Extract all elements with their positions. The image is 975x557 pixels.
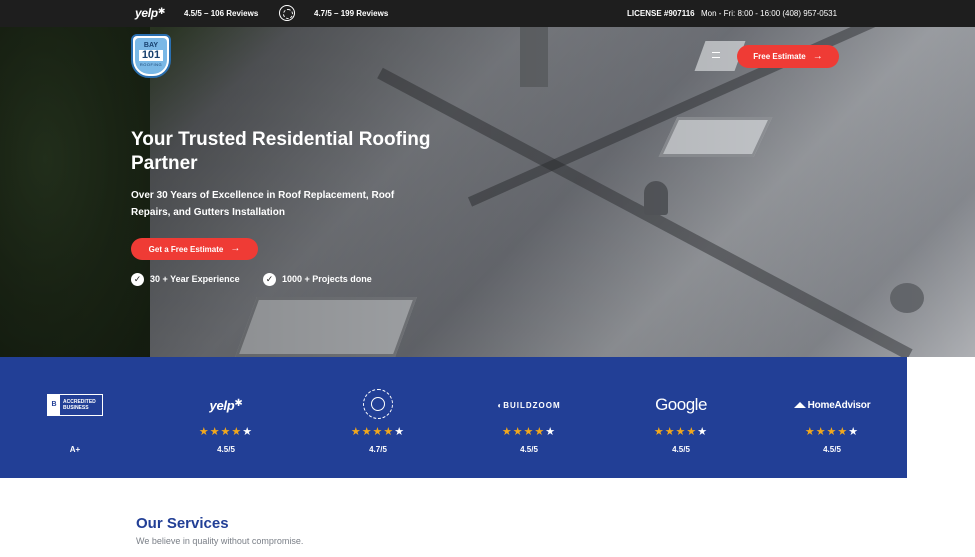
top-bar: yelp✱ 4.5/5 – 106 Reviews 4.7/5 – 199 Re… bbox=[0, 0, 975, 27]
rating-value: 4.5/5 bbox=[217, 445, 235, 454]
star-rating: ★★★★★ bbox=[198, 426, 254, 438]
rating-google[interactable]: Google ★★★★★ 4.5/5 bbox=[611, 357, 751, 478]
rating-buildzoom[interactable]: ◐BUILDZOOM ★★★★★ 4.5/5 bbox=[459, 357, 599, 478]
menu-icon[interactable] bbox=[712, 52, 720, 58]
ratings-band: B ACCREDITED BUSINESS A+ yelp✱ ★★★★★ 4.5/… bbox=[0, 357, 907, 478]
google-logo: Google bbox=[655, 395, 707, 414]
get-free-estimate-button[interactable]: Get a Free Estimate → bbox=[131, 238, 258, 260]
diamond-certified-icon[interactable] bbox=[279, 5, 295, 21]
arrow-right-icon: → bbox=[812, 50, 823, 62]
feature-experience: ✓ 30 + Year Experience bbox=[131, 272, 240, 286]
services-subtitle: We believe in quality without compromise… bbox=[136, 536, 304, 546]
star-rating: ★★★★★ bbox=[653, 426, 709, 438]
bbb-seal-icon: B bbox=[48, 395, 60, 415]
license-number: LICENSE #907116 bbox=[627, 9, 695, 18]
diamond-certified-icon bbox=[363, 389, 393, 419]
rating-value: 4.5/5 bbox=[823, 445, 841, 454]
star-rating: ★★★★★ bbox=[501, 426, 557, 438]
site-logo[interactable]: BAY 101 ROOFING bbox=[131, 34, 171, 78]
check-circle-icon: ✓ bbox=[131, 272, 144, 286]
arrow-right-icon: → bbox=[230, 243, 241, 254]
star-rating: ★★★★★ bbox=[350, 426, 406, 438]
feature-projects: ✓ 1000 + Projects done bbox=[263, 272, 372, 286]
diamond-reviews-text: 4.7/5 – 199 Reviews bbox=[314, 9, 389, 18]
rating-value: A+ bbox=[69, 445, 81, 454]
rating-value: 4.5/5 bbox=[672, 445, 690, 454]
check-circle-icon: ✓ bbox=[263, 272, 276, 286]
yelp-logo[interactable]: yelp✱ bbox=[135, 6, 165, 20]
buildzoom-logo: ◐BUILDZOOM bbox=[497, 400, 561, 410]
yelp-logo: yelp✱ bbox=[209, 397, 243, 413]
house-icon bbox=[793, 401, 806, 408]
rating-yelp[interactable]: yelp✱ ★★★★★ 4.5/5 bbox=[156, 357, 296, 478]
star-rating: ★★★★★ bbox=[804, 426, 860, 438]
rating-homeadvisor[interactable]: HomeAdvisor ★★★★★ 4.5/5 bbox=[762, 357, 902, 478]
bbb-logo: B ACCREDITED BUSINESS bbox=[47, 394, 103, 416]
hero-title: Your Trusted Residential Roofing Partner bbox=[131, 129, 431, 174]
services-title: Our Services bbox=[136, 515, 229, 532]
hours-phone[interactable]: Mon - Fri: 8:00 - 16:00 (408) 957-0531 bbox=[701, 9, 837, 18]
yelp-burst-icon: ✱ bbox=[157, 6, 166, 16]
rating-diamond-certified[interactable]: ★★★★★ 4.7/5 bbox=[308, 357, 448, 478]
free-estimate-button[interactable]: Free Estimate → bbox=[737, 45, 839, 68]
yelp-reviews-text: 4.5/5 – 106 Reviews bbox=[184, 9, 259, 18]
yelp-burst-icon: ✱ bbox=[234, 397, 243, 409]
rating-value: 4.5/5 bbox=[520, 445, 538, 454]
hero-subtitle: Over 30 Years of Excellence in Roof Repl… bbox=[131, 190, 395, 218]
rating-bbb[interactable]: B ACCREDITED BUSINESS A+ bbox=[5, 357, 145, 478]
rating-value: 4.7/5 bbox=[369, 445, 387, 454]
homeadvisor-logo: HomeAdvisor bbox=[793, 400, 871, 411]
